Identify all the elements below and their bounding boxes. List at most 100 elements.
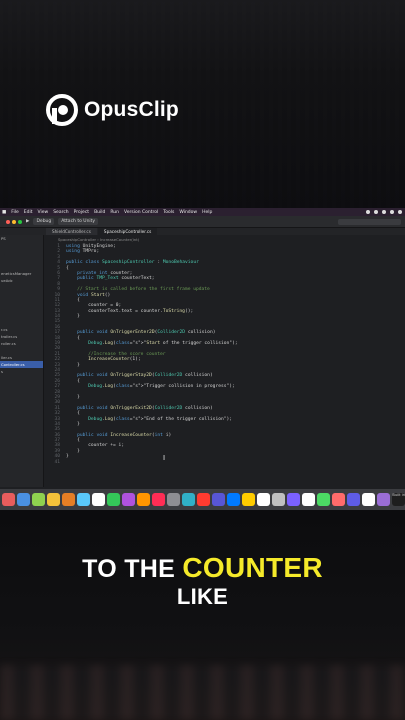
code-text: public class SpaceshipController : MonoB… bbox=[66, 260, 199, 266]
dock-app-icon[interactable] bbox=[212, 493, 225, 506]
dock-app-icon[interactable] bbox=[32, 493, 45, 506]
menu-item[interactable]: Version Control bbox=[124, 210, 158, 215]
dock-app-icon[interactable] bbox=[137, 493, 150, 506]
opusclip-wordmark: OpusClip bbox=[84, 98, 179, 121]
sidebar-file-item[interactable] bbox=[0, 242, 43, 249]
sidebar-file-item[interactable]: troller.cs bbox=[0, 333, 43, 340]
dock-app-icon[interactable] bbox=[242, 493, 255, 506]
code-text: } bbox=[66, 394, 80, 400]
sidebar-file-item[interactable]: ller.cs bbox=[0, 354, 43, 361]
code-text: public void IncreaseCounter(int i) bbox=[77, 432, 172, 438]
dock-app-icon[interactable] bbox=[77, 493, 90, 506]
code-text: } bbox=[66, 421, 80, 427]
sidebar-file-item[interactable] bbox=[0, 291, 43, 298]
code-text: using TMPro; bbox=[66, 249, 100, 255]
opusclip-logo: OpusClip bbox=[46, 94, 179, 126]
dock-app-icon[interactable] bbox=[272, 493, 285, 506]
sidebar-file-item[interactable] bbox=[0, 347, 43, 354]
sidebar-file-item[interactable] bbox=[0, 256, 43, 263]
dock-app-icon[interactable] bbox=[332, 493, 345, 506]
menu-item[interactable]: Search bbox=[53, 210, 68, 215]
dock-app-icon[interactable] bbox=[17, 493, 30, 506]
wifi-icon[interactable] bbox=[382, 210, 386, 214]
status-icon[interactable] bbox=[374, 210, 378, 214]
text-cursor-icon: I bbox=[163, 454, 166, 462]
sidebar-file-item[interactable]: PS bbox=[0, 235, 43, 242]
debug-config-select[interactable]: Debug bbox=[33, 218, 55, 225]
sidebar-file-item[interactable]: Controller.cs bbox=[0, 361, 43, 368]
close-window-icon[interactable] bbox=[6, 219, 10, 224]
dock-label: Built in bbox=[392, 493, 405, 497]
dock-app-icon[interactable] bbox=[122, 493, 135, 506]
zoom-window-icon[interactable] bbox=[18, 219, 22, 224]
breadcrumb[interactable]: SpaceshipController › IncreaseCounter(in… bbox=[44, 235, 405, 244]
minimize-window-icon[interactable] bbox=[12, 219, 16, 224]
dock-app-icon[interactable] bbox=[152, 493, 165, 506]
search-field[interactable] bbox=[338, 218, 401, 225]
mac-dock: Built in bbox=[0, 489, 405, 510]
dock-app-icon[interactable] bbox=[287, 493, 300, 506]
opusclip-logo-icon bbox=[46, 94, 78, 126]
dock-app-icon[interactable] bbox=[197, 493, 210, 506]
attach-to-unity-button[interactable]: Attach to Unity bbox=[58, 218, 99, 225]
dock-app-icon[interactable] bbox=[47, 493, 60, 506]
sidebar-file-item[interactable]: eneticsManager bbox=[0, 270, 43, 277]
sidebar-file-item[interactable] bbox=[0, 284, 43, 291]
sidebar-file-item[interactable] bbox=[0, 305, 43, 312]
dock-app-icon[interactable] bbox=[377, 493, 390, 506]
caption-line-1: TO THE COUNTER bbox=[0, 552, 405, 584]
apple-icon[interactable]: ■ bbox=[2, 210, 6, 215]
menu-item[interactable]: Build bbox=[94, 210, 105, 215]
code-text: Debug.Log(class="s">"Start of the trigge… bbox=[88, 341, 238, 347]
caption-line-2: LIKE bbox=[176, 584, 229, 609]
mac-menubar: ■ File Edit View Search Project Build Run Versi… bbox=[0, 208, 405, 216]
sidebar-file-item[interactable] bbox=[0, 312, 43, 319]
menu-item[interactable]: View bbox=[38, 210, 49, 215]
sidebar-file-item[interactable] bbox=[0, 319, 43, 326]
sidebar-file-item[interactable] bbox=[0, 249, 43, 256]
dock-app-icon[interactable] bbox=[92, 493, 105, 506]
ide-toolbar: ▶ Debug Attach to Unity bbox=[0, 216, 405, 228]
code-text: public void OnTriggerEnter2D(Collider2D … bbox=[77, 330, 216, 336]
dock-app-icon[interactable] bbox=[227, 493, 240, 506]
sidebar-file-item[interactable]: ueAdc bbox=[0, 277, 43, 284]
run-icon[interactable]: ▶ bbox=[26, 219, 29, 224]
code-text: } bbox=[66, 314, 80, 320]
status-icon[interactable] bbox=[366, 210, 370, 214]
dock-app-icon[interactable] bbox=[317, 493, 330, 506]
dock-app-icon[interactable] bbox=[302, 493, 315, 506]
caption-highlight: COUNTER bbox=[182, 552, 323, 583]
dock-app-icon[interactable] bbox=[182, 493, 195, 506]
dock-app-icon[interactable] bbox=[107, 493, 120, 506]
dock-app-icon[interactable] bbox=[62, 493, 75, 506]
menu-item[interactable]: Help bbox=[202, 210, 212, 215]
menu-item[interactable]: Window bbox=[179, 210, 197, 215]
control-center-icon[interactable] bbox=[398, 210, 402, 214]
dock-app-icon[interactable] bbox=[347, 493, 360, 506]
dock-app-icon[interactable] bbox=[2, 493, 15, 506]
solution-explorer: PS eneticsManager ueAdc r.cs troller.cs rolle… bbox=[0, 235, 44, 487]
window-controls[interactable] bbox=[6, 219, 22, 224]
code-text: } bbox=[66, 362, 80, 368]
sidebar-file-item[interactable] bbox=[0, 263, 43, 270]
code-text: public TMP_Text counterText; bbox=[77, 276, 155, 282]
sidebar-file-item[interactable]: s bbox=[0, 368, 43, 375]
blurred-background-bottom bbox=[0, 510, 405, 720]
menu-item[interactable]: Tools bbox=[163, 210, 174, 215]
search-icon[interactable] bbox=[390, 210, 394, 214]
menu-item[interactable]: File bbox=[11, 210, 19, 215]
menu-item[interactable]: Edit bbox=[24, 210, 33, 215]
code-text: } bbox=[66, 454, 69, 460]
line-number: 41 bbox=[54, 459, 60, 465]
sidebar-file-item[interactable] bbox=[0, 298, 43, 305]
code-editor[interactable]: 1 using UnityEngine; 2 using TMPro; 3 4 public… bbox=[44, 244, 405, 488]
menu-item[interactable]: Project bbox=[74, 210, 89, 215]
sidebar-file-item[interactable]: roller.cs bbox=[0, 340, 43, 347]
menu-item[interactable]: Run bbox=[110, 210, 119, 215]
code-line[interactable]: 41 bbox=[44, 460, 405, 465]
sidebar-file-item[interactable]: r.cs bbox=[0, 326, 43, 333]
dock-app-icon[interactable] bbox=[257, 493, 270, 506]
code-text: counterText.text = counter.ToString(); bbox=[66, 308, 194, 314]
dock-app-icon[interactable] bbox=[167, 493, 180, 506]
dock-app-icon[interactable] bbox=[362, 493, 375, 506]
